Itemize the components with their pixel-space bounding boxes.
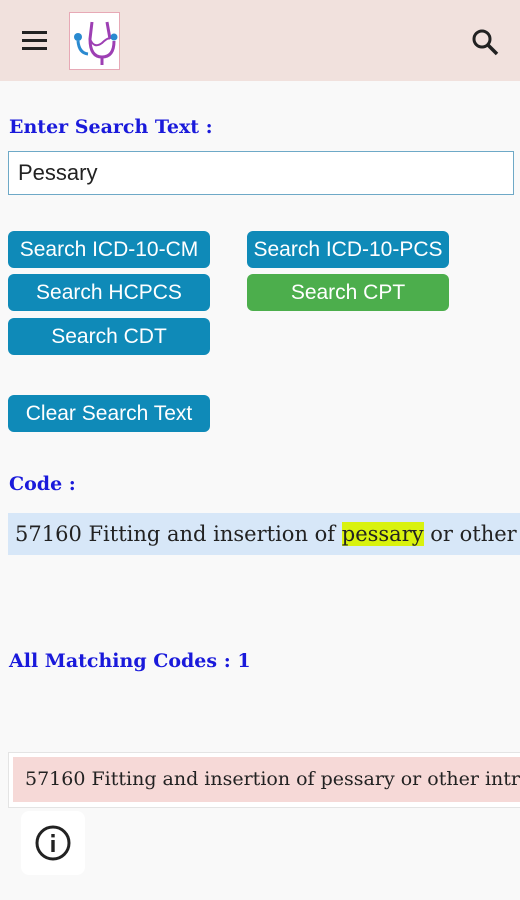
search-label: Enter Search Text :: [9, 116, 213, 138]
stethoscope-logo: [69, 12, 120, 70]
results-list: 57160 Fitting and insertion of pessary o…: [8, 752, 520, 808]
search-hcpcs-button[interactable]: Search HCPCS: [8, 274, 210, 311]
search-icd10cm-button[interactable]: Search ICD-10-CM: [8, 231, 210, 268]
code-description: 57160 Fitting and insertion of pessary o…: [8, 513, 520, 555]
hamburger-menu-icon[interactable]: [20, 29, 49, 51]
clear-search-button[interactable]: Clear Search Text: [8, 395, 210, 432]
code-suffix: or other intravaginal support device: [430, 522, 520, 546]
search-icon[interactable]: [470, 27, 500, 57]
search-input[interactable]: [8, 151, 514, 195]
code-prefix: 57160 Fitting and insertion of: [15, 522, 342, 546]
list-item[interactable]: 57160 Fitting and insertion of pessary o…: [13, 757, 520, 802]
matching-codes-label: All Matching Codes : 1: [9, 650, 251, 672]
info-icon: [35, 825, 71, 861]
search-highlight: pessary: [341, 522, 424, 546]
search-cpt-button[interactable]: Search CPT: [247, 274, 449, 311]
code-label: Code :: [9, 473, 76, 495]
app-bar: [0, 0, 520, 81]
search-cdt-button[interactable]: Search CDT: [8, 318, 210, 355]
search-icd10pcs-button[interactable]: Search ICD-10-PCS: [247, 231, 449, 268]
info-button[interactable]: [21, 811, 85, 875]
